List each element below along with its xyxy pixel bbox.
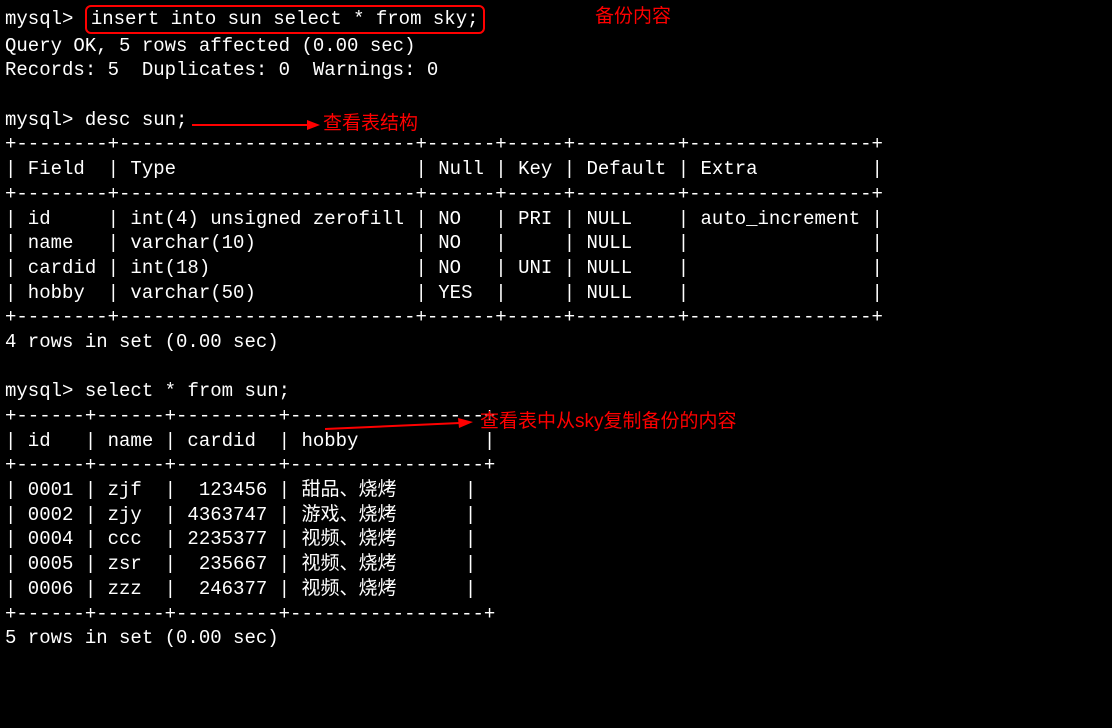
select-footer: 5 rows in set (0.00 sec): [5, 626, 1107, 651]
mysql-prompt: mysql>: [5, 109, 73, 131]
select-table-row: | 0001 | zjf | 123456 | 甜品、烧烤 |: [5, 478, 1107, 503]
select-table-border: +------+------+---------+---------------…: [5, 453, 1107, 478]
select-table-row: | 0002 | zjy | 4363747 | 游戏、烧烤 |: [5, 503, 1107, 528]
command-line-desc: mysql> desc sun;: [5, 108, 1107, 133]
mysql-prompt: mysql>: [5, 8, 73, 30]
annotation-copied: 查看表中从sky复制备份的内容: [480, 410, 737, 435]
command-line-insert: mysql> insert into sun select * from sky…: [5, 5, 1107, 34]
desc-table-border: +--------+--------------------------+---…: [5, 305, 1107, 330]
arrow-1: [192, 115, 322, 135]
blank-line: [5, 355, 1107, 380]
desc-table-border: +--------+--------------------------+---…: [5, 182, 1107, 207]
desc-table-header: | Field | Type | Null | Key | Default | …: [5, 157, 1107, 182]
desc-command: desc sun;: [85, 109, 188, 131]
desc-table-row: | hobby | varchar(50) | YES | | NULL | |: [5, 281, 1107, 306]
query-ok-line: Query OK, 5 rows affected (0.00 sec): [5, 34, 1107, 59]
select-table-row: | 0004 | ccc | 2235377 | 视频、烧烤 |: [5, 527, 1107, 552]
arrow-2: [325, 415, 475, 435]
command-line-select: mysql> select * from sun;: [5, 379, 1107, 404]
records-line: Records: 5 Duplicates: 0 Warnings: 0: [5, 58, 1107, 83]
select-table-border: +------+------+---------+---------------…: [5, 602, 1107, 627]
highlighted-command: insert into sun select * from sky;: [85, 5, 485, 34]
desc-table-row: | cardid | int(18) | NO | UNI | NULL | |: [5, 256, 1107, 281]
insert-command: insert into sun select * from sky;: [91, 8, 479, 30]
select-command: select * from sun;: [85, 380, 290, 402]
desc-footer: 4 rows in set (0.00 sec): [5, 330, 1107, 355]
annotation-structure: 查看表结构: [323, 112, 418, 137]
desc-table-border: +--------+--------------------------+---…: [5, 132, 1107, 157]
annotation-backup: 备份内容: [595, 5, 671, 30]
desc-table-row: | id | int(4) unsigned zerofill | NO | P…: [5, 207, 1107, 232]
desc-table-row: | name | varchar(10) | NO | | NULL | |: [5, 231, 1107, 256]
blank-line: [5, 83, 1107, 108]
select-table-row: | 0006 | zzz | 246377 | 视频、烧烤 |: [5, 577, 1107, 602]
select-table-row: | 0005 | zsr | 235667 | 视频、烧烤 |: [5, 552, 1107, 577]
mysql-prompt: mysql>: [5, 380, 73, 402]
